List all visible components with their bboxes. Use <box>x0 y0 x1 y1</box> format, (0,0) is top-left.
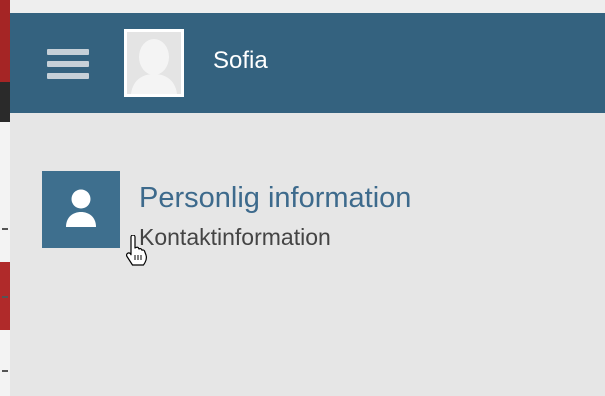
menu-item-subtitle: Kontaktinformation <box>139 224 331 250</box>
menu-item-title: Personlig information <box>139 182 412 214</box>
background-window-dark-segment <box>0 82 10 122</box>
default-user-avatar-icon <box>127 32 181 94</box>
person-icon <box>42 171 120 248</box>
user-name: Sofia <box>213 47 268 74</box>
left-edge-background-window <box>0 0 10 396</box>
app-header: Sofia <box>10 13 605 113</box>
window-top-bar <box>10 0 605 13</box>
app-window: Sofia Personlig information Kontaktinfor… <box>10 0 605 396</box>
main-content: Personlig information Kontaktinformation <box>10 113 605 396</box>
background-window-dash-3 <box>2 370 8 372</box>
background-window-dash <box>2 228 8 230</box>
background-window-dash-2 <box>2 296 8 298</box>
menu-item-personal-information[interactable]: Personlig information Kontaktinformation <box>42 170 462 250</box>
hamburger-menu-icon[interactable] <box>47 46 89 82</box>
avatar[interactable] <box>124 29 184 97</box>
background-window-red-segment <box>0 0 10 82</box>
